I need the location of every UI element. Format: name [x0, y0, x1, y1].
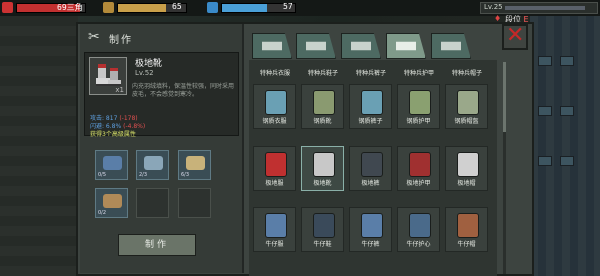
- material-slot-empty[interactable]: [178, 188, 211, 218]
- equipment-label: 牛仔护心: [406, 241, 431, 248]
- equipment-label: 牛仔裤: [361, 241, 380, 248]
- armor-icon: [409, 152, 431, 177]
- equipment-label: 钢质裤子: [358, 118, 383, 125]
- equipment-label: 极地护甲: [406, 180, 431, 187]
- equipment-cell[interactable]: 牛仔裤: [349, 207, 392, 252]
- material-leather-icon: [186, 156, 205, 170]
- grid-scrollbar[interactable]: [503, 62, 506, 274]
- equipment-label: 极地靴: [313, 180, 332, 187]
- item-portrait: x1: [89, 57, 127, 95]
- material-slot-empty[interactable]: [136, 188, 169, 218]
- rifle-icon: [441, 41, 461, 51]
- material-count: 0/2: [98, 210, 107, 216]
- wrench-icon: ✂: [88, 29, 100, 45]
- backpack-icon: [262, 41, 282, 51]
- stat-extra-attributes: 获得3个高级属性: [90, 131, 136, 138]
- gun-icon: [396, 41, 416, 51]
- column-header: 特种兵护甲: [403, 70, 434, 77]
- water-value: 57: [283, 2, 293, 11]
- craft-title: 制作: [109, 35, 133, 46]
- boots-icon: [313, 152, 335, 177]
- armor-icon: [409, 90, 431, 115]
- equipment-cell[interactable]: 钢质裤子: [349, 84, 392, 129]
- equipment-label: 极地裤: [361, 180, 380, 187]
- equipment-cell[interactable]: 牛仔服: [253, 207, 296, 252]
- column-header: 特种兵帽子: [451, 70, 482, 77]
- vest-icon: [409, 213, 431, 238]
- equipment-label: 极地帽: [457, 180, 476, 187]
- boots-icon: [313, 90, 335, 115]
- equipment-cell[interactable]: 极地服: [253, 146, 296, 191]
- item-count: x1: [115, 86, 124, 94]
- material-rope-icon: [103, 194, 122, 208]
- material-count: 6/3: [181, 172, 190, 178]
- equipment-cell[interactable]: 牛仔护心: [397, 207, 440, 252]
- pants-icon: [361, 152, 383, 177]
- item-description: 内充羽绒填料，保温性较强，同时采用皮毛，不会感觉到寒冷。: [132, 83, 235, 98]
- background-wall-left: [0, 16, 78, 276]
- equipment-cell[interactable]: 牛仔帽: [445, 207, 488, 252]
- medkit-icon: [306, 41, 326, 51]
- equipment-cell[interactable]: 极地帽: [445, 146, 488, 191]
- hat-icon: [457, 213, 479, 238]
- material-cloth-icon: [103, 156, 122, 170]
- material-rope-slot[interactable]: 0/2: [95, 188, 128, 218]
- column-header: 特种兵衣服: [259, 70, 290, 77]
- equipment-cell[interactable]: 钢质帽盔: [445, 84, 488, 129]
- item-name: 极地靴: [135, 59, 163, 69]
- equipment-label: 钢质护甲: [406, 118, 431, 125]
- material-wire-icon: [144, 156, 163, 170]
- jacket-icon: [265, 152, 287, 177]
- material-leather-slot[interactable]: 6/3: [178, 150, 211, 180]
- health-value: 69三角: [57, 3, 83, 12]
- item-level: Lv.52: [135, 69, 154, 77]
- pants-icon: [361, 213, 383, 238]
- equipment-label: 牛仔服: [265, 241, 284, 248]
- level-label: Lv.25: [484, 3, 503, 11]
- helmet-icon: [457, 90, 479, 115]
- equipment-label: 极地服: [265, 180, 284, 187]
- hat-icon: [457, 152, 479, 177]
- hunger-value: 65: [172, 2, 182, 11]
- equipment-cell[interactable]: 钢质衣服: [253, 84, 296, 129]
- craft-button[interactable]: 制作: [118, 234, 196, 256]
- pants-icon: [361, 90, 383, 115]
- water-icon: [207, 2, 218, 13]
- material-cloth-slot[interactable]: 0/5: [95, 150, 128, 180]
- equipment-label: 钢质帽盔: [454, 118, 479, 125]
- equipment-cell[interactable]: 牛仔鞋: [301, 207, 344, 252]
- equipment-cell[interactable]: 极地裤: [349, 146, 392, 191]
- craft-header: ✂ 制作: [83, 27, 243, 47]
- column-header: 特种兵裤子: [355, 70, 386, 77]
- level-indicator: Lv.25: [480, 2, 598, 14]
- heart-icon: [2, 2, 13, 13]
- equipment-cell[interactable]: 极地护甲: [397, 146, 440, 191]
- background-building-right: [530, 16, 600, 276]
- close-icon: ✕: [506, 23, 525, 48]
- jacket-icon: [265, 213, 287, 238]
- equipment-cell[interactable]: 钢质护甲: [397, 84, 440, 129]
- equipment-cell[interactable]: 钢质靴: [301, 84, 344, 129]
- material-count: 2/3: [139, 172, 148, 178]
- close-button[interactable]: ✕: [502, 23, 528, 50]
- equipment-label: 牛仔鞋: [313, 241, 332, 248]
- equipment-cell[interactable]: 极地靴: [301, 146, 344, 191]
- shoes-icon: [313, 213, 335, 238]
- equipment-label: 钢质衣服: [262, 118, 287, 125]
- column-header: 特种兵鞋子: [307, 70, 338, 77]
- material-count: 0/5: [98, 172, 107, 178]
- material-wire-slot[interactable]: 2/3: [136, 150, 169, 180]
- vest-icon: [265, 90, 287, 115]
- item-detail-card: x1 极地靴 Lv.52 内充羽绒填料，保温性较强，同时采用皮毛，不会感觉到寒冷…: [84, 52, 239, 138]
- melee-icon: [351, 41, 371, 51]
- food-icon: [103, 2, 114, 13]
- equipment-label: 牛仔帽: [457, 241, 476, 248]
- scrollbar-thumb[interactable]: [503, 62, 506, 132]
- equipment-label: 钢质靴: [313, 118, 332, 125]
